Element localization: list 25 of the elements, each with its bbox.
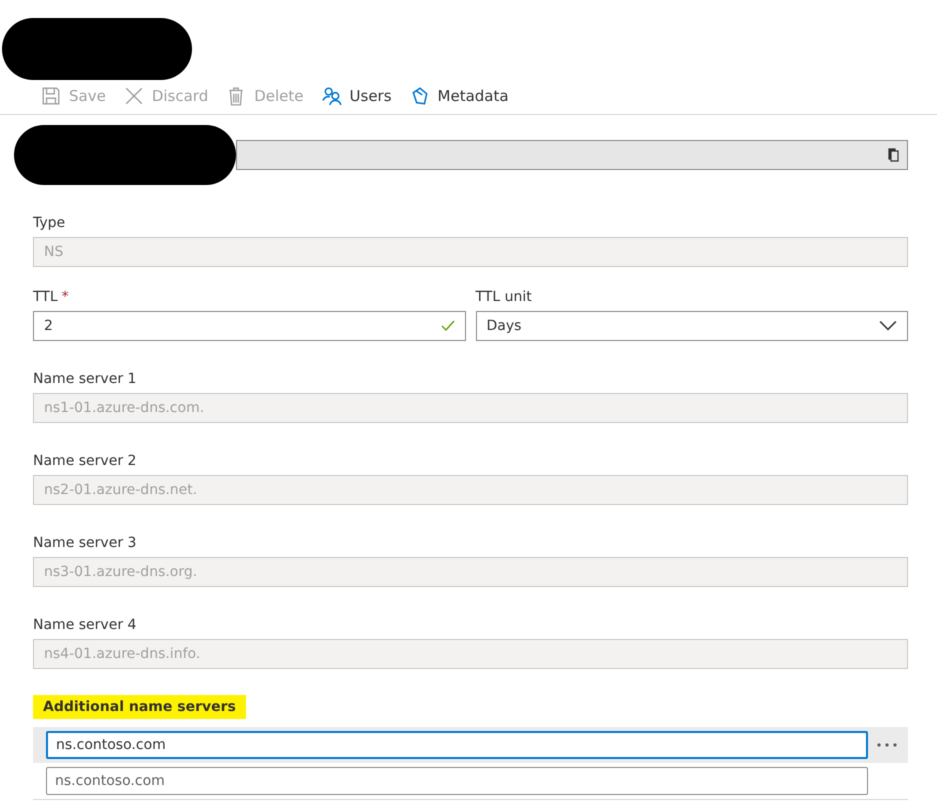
ttl-field[interactable]: 2 bbox=[33, 311, 466, 341]
section-label: Additional name servers bbox=[33, 695, 246, 719]
tag-icon bbox=[410, 86, 430, 106]
name-field[interactable] bbox=[236, 140, 908, 170]
input-field[interactable]: ns.contoso.com bbox=[46, 731, 868, 759]
list-row[interactable]: ns.contoso.com bbox=[33, 727, 908, 763]
chevron-down-icon bbox=[879, 319, 897, 333]
close-icon bbox=[124, 86, 144, 106]
copy-icon[interactable] bbox=[887, 148, 901, 162]
field-label: Name server 2 bbox=[33, 453, 136, 469]
field-label: Type bbox=[33, 215, 66, 231]
field-label: Name server 3 bbox=[33, 535, 136, 551]
field-label: Name server 1 bbox=[33, 371, 136, 387]
input-field[interactable]: ns.contoso.com bbox=[46, 767, 868, 795]
toolbar-button[interactable]: Users bbox=[322, 86, 392, 106]
required-mark: * bbox=[62, 289, 69, 305]
more-icon[interactable] bbox=[876, 742, 898, 748]
field-label: TTL unit bbox=[476, 289, 532, 305]
save-icon bbox=[41, 86, 61, 106]
users-icon bbox=[322, 86, 342, 106]
field-label: Name server 4 bbox=[33, 617, 136, 633]
ttl-unit-dropdown[interactable]: Days bbox=[476, 311, 908, 341]
list-row[interactable]: ns.contoso.com bbox=[33, 763, 908, 799]
toolbar-button[interactable]: Metadata bbox=[410, 86, 509, 106]
field-label: TTL bbox=[33, 289, 58, 305]
